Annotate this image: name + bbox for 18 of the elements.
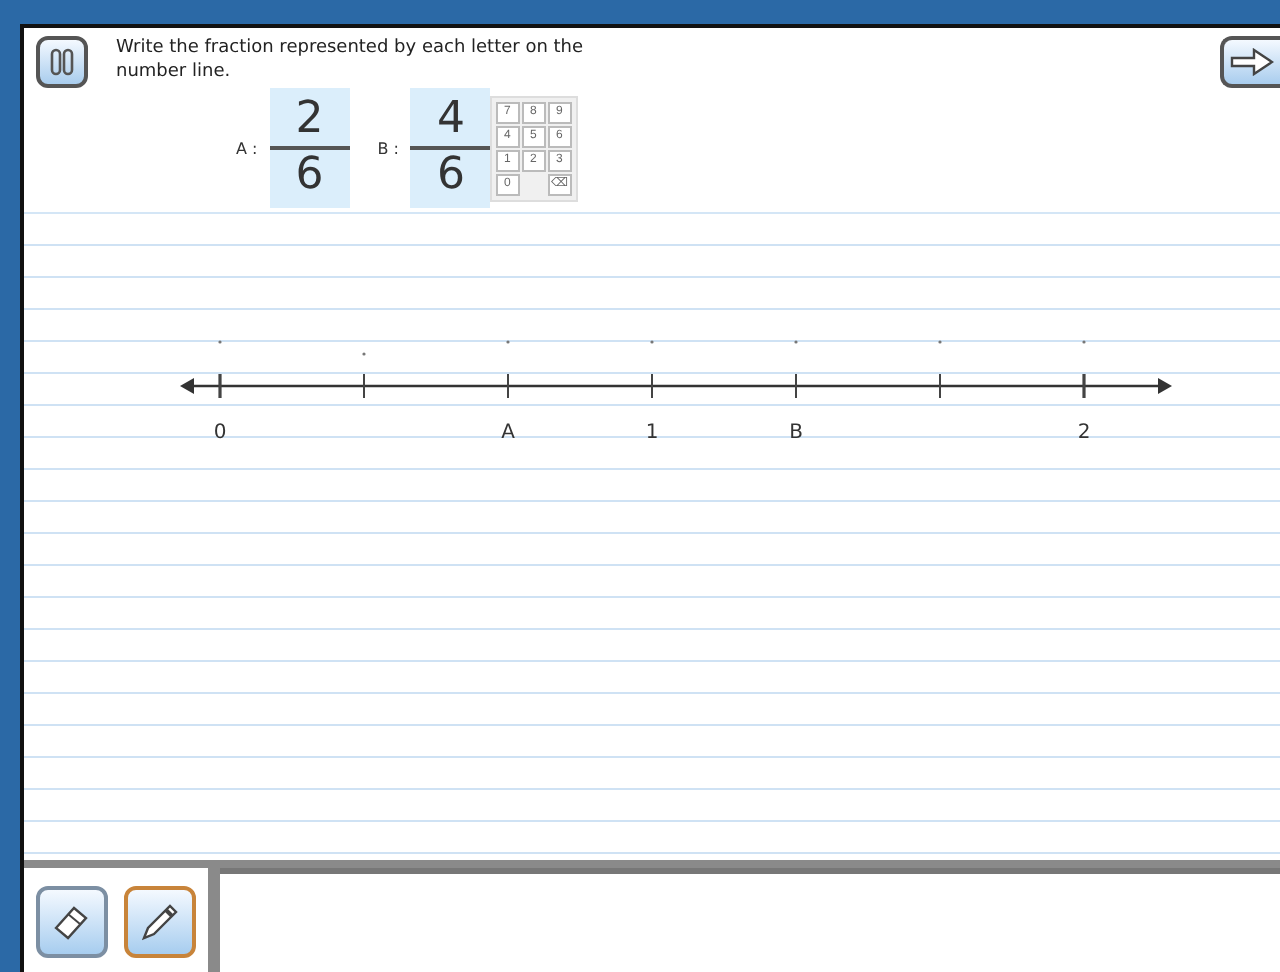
number-line-label: 1 (645, 422, 659, 444)
number-line-label: 2 (1077, 422, 1091, 444)
arrow-icon (1230, 48, 1274, 76)
pause-icon (48, 48, 76, 76)
fraction-label: A : (236, 139, 258, 157)
eraser-button[interactable] (36, 886, 108, 958)
pen-icon (138, 900, 182, 944)
pen-button[interactable] (124, 886, 196, 958)
number-line-label: 0 (213, 422, 227, 444)
answer-box[interactable] (220, 868, 1280, 972)
fraction-label: B : (377, 139, 399, 157)
fraction-answer[interactable]: 4 6 (410, 88, 491, 208)
question-text: Write the fraction represented by each letter on the number line. (116, 36, 586, 84)
number-line-label: B (789, 422, 803, 444)
pause-button[interactable] (36, 36, 88, 88)
next-button[interactable] (1220, 36, 1280, 88)
fraction-answer[interactable]: 2 6 (269, 88, 350, 208)
number-line-label: A (501, 422, 515, 444)
